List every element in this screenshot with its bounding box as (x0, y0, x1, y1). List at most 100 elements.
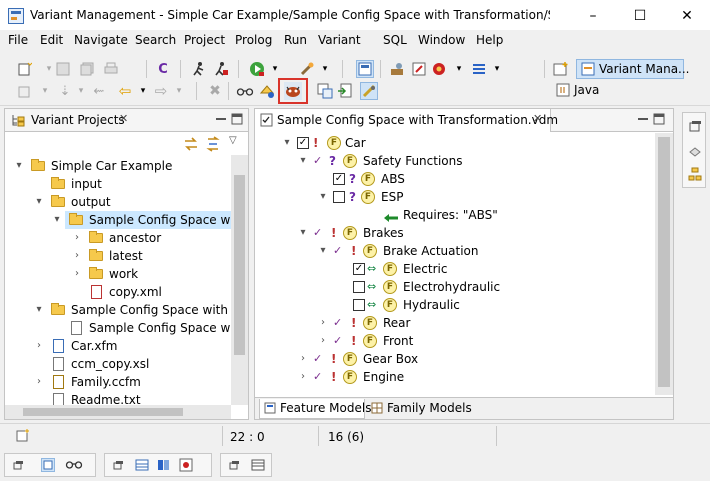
hscroll-thumb[interactable] (23, 408, 183, 416)
expanded-icon[interactable]: ▾ (33, 301, 45, 319)
maximize-button[interactable]: ☐ (617, 0, 663, 31)
checkbox-checked[interactable]: ✓ (353, 263, 365, 275)
tab-family-models[interactable]: Family Models (367, 399, 472, 419)
collapsed-icon[interactable]: › (33, 337, 45, 355)
feature-row[interactable]: › ✓ ! F Engine (255, 368, 655, 386)
menu-edit[interactable]: Edit (40, 33, 63, 47)
vertical-scrollbar[interactable] (231, 155, 248, 405)
menu-variant[interactable]: Variant (318, 33, 361, 47)
delete-icon[interactable]: ✖ (206, 82, 224, 100)
feature-row[interactable]: ✓ ⇔ F Electric (255, 260, 655, 278)
wizard-dropdown-icon[interactable]: ▾ (36, 82, 54, 100)
feature-row[interactable]: › ✓ ! F Front (255, 332, 655, 350)
runner-icon[interactable] (190, 60, 208, 78)
menu-sql[interactable]: SQL (383, 33, 407, 47)
feature-row[interactable]: ▾ ✓ ! F Brakes (255, 224, 655, 242)
checkbox-empty[interactable] (353, 281, 365, 293)
preferences-icon[interactable] (360, 82, 378, 100)
runner-stop-icon[interactable] (212, 60, 230, 78)
print-icon[interactable] (102, 60, 120, 78)
feature-row[interactable]: ✓ ? F ABS (255, 170, 655, 188)
matrix-icon[interactable] (316, 82, 334, 100)
model-icon[interactable] (410, 60, 428, 78)
feature-row[interactable]: › ✓ ! F Gear Box (255, 350, 655, 368)
sync-icon[interactable] (183, 136, 199, 152)
editor-tab[interactable]: Sample Config Space with Transformation.… (255, 109, 558, 132)
task-view-icon[interactable] (179, 458, 193, 472)
run-dropdown-icon[interactable]: ▾ (266, 60, 284, 78)
menu-prolog[interactable]: Prolog (235, 33, 272, 47)
minimize-view-icon[interactable] (215, 111, 227, 127)
problems-view-icon[interactable] (41, 458, 55, 472)
editor-vertical-scrollbar[interactable] (655, 133, 673, 395)
fast-view-icon[interactable] (16, 428, 30, 442)
tree-item[interactable]: ▾ Sample Config Space with Tra (5, 301, 231, 319)
feature-row[interactable]: ▾ ✓ ! F Brake Actuation (255, 242, 655, 260)
last-edit-icon[interactable]: ⇜ (90, 82, 108, 100)
editor-close-icon[interactable]: ✕ (533, 112, 542, 125)
feature-row[interactable]: ⇔ F Hydraulic (255, 296, 655, 314)
menu-file[interactable]: File (8, 33, 28, 47)
tree-item[interactable]: copy.xml (5, 283, 231, 301)
feature-row[interactable]: › ✓ ! F Rear (255, 314, 655, 332)
checkbox-empty[interactable] (333, 191, 345, 203)
checkbox-checked[interactable]: ✓ (333, 173, 345, 185)
wizard-icon[interactable] (16, 82, 34, 100)
prolog-console-icon[interactable]: C (154, 60, 172, 78)
gear-dropdown-icon[interactable]: ▾ (450, 60, 468, 78)
scrollbar-thumb[interactable] (234, 175, 245, 355)
save-icon[interactable] (54, 60, 72, 78)
restore-icon[interactable] (113, 459, 125, 471)
tab-feature-models[interactable]: Feature Models (259, 399, 371, 419)
close-button[interactable]: ✕ (664, 0, 710, 31)
tree-item[interactable]: Readme.txt (5, 391, 231, 405)
editor-maximize-icon[interactable] (653, 111, 665, 127)
book-view-icon[interactable] (157, 458, 171, 472)
hierarchy-icon[interactable] (688, 167, 702, 181)
restore-icon[interactable] (688, 119, 702, 133)
checkbox-checked[interactable]: ✓ (297, 137, 309, 149)
table-view-icon[interactable] (135, 458, 149, 472)
variant-gear-icon[interactable] (430, 60, 448, 78)
tree-item[interactable]: › latest (5, 247, 231, 265)
collapsed-icon[interactable]: › (71, 247, 83, 265)
back-dropdown-icon[interactable]: ▾ (134, 82, 152, 100)
view-menu-icon[interactable]: ▽ (229, 135, 237, 146)
menu-project[interactable]: Project (184, 33, 225, 47)
perspective-java[interactable]: Java (556, 82, 616, 100)
feature-row[interactable]: ▾ ? F ESP (255, 188, 655, 206)
outline-icon[interactable] (688, 145, 702, 159)
expanded-icon[interactable]: ▾ (13, 157, 25, 175)
menu-search[interactable]: Search (135, 33, 176, 47)
open-perspective-icon[interactable] (552, 60, 570, 78)
relation-row[interactable]: Requires: "ABS" (255, 206, 655, 224)
minimize-button[interactable]: – (570, 0, 616, 31)
forward-icon[interactable]: ⇨ (152, 82, 170, 100)
menu-help[interactable]: Help (476, 33, 503, 47)
feature-row[interactable]: ⇔ F Electrohydraulic (255, 278, 655, 296)
feature-row[interactable]: ▾ ✓ ! F Car (255, 134, 655, 152)
feature-row[interactable]: ▾ ✓ ? F Safety Functions (255, 152, 655, 170)
restore-icon[interactable] (13, 459, 25, 471)
list-icon[interactable] (470, 60, 488, 78)
tools-dropdown-icon[interactable]: ▾ (316, 60, 334, 78)
expanded-icon[interactable]: ▾ (317, 188, 329, 206)
next-dropdown-icon[interactable]: ▾ (72, 82, 90, 100)
link-editor-icon[interactable] (205, 136, 221, 152)
tree-item[interactable]: ccm_copy.xsl (5, 355, 231, 373)
expanded-icon[interactable]: ▾ (297, 152, 309, 170)
expanded-icon[interactable]: ▾ (51, 211, 63, 229)
tree-item[interactable]: Sample Config Space with (5, 319, 231, 337)
expanded-icon[interactable]: ▾ (33, 193, 45, 211)
evaluate-icon[interactable] (258, 82, 276, 100)
restore-icon[interactable] (229, 459, 241, 471)
expanded-icon[interactable]: ▾ (317, 242, 329, 260)
menu-window[interactable]: Window (418, 33, 465, 47)
tree-item[interactable]: › Family.ccfm (5, 373, 231, 391)
collapsed-icon[interactable]: › (317, 332, 329, 350)
checkbox-empty[interactable] (353, 299, 365, 311)
tree-item[interactable]: › ancestor (5, 229, 231, 247)
tree-item[interactable]: › work (5, 265, 231, 283)
collapsed-icon[interactable]: › (317, 314, 329, 332)
perspective-variant-management[interactable]: Variant Mana... (576, 59, 690, 79)
